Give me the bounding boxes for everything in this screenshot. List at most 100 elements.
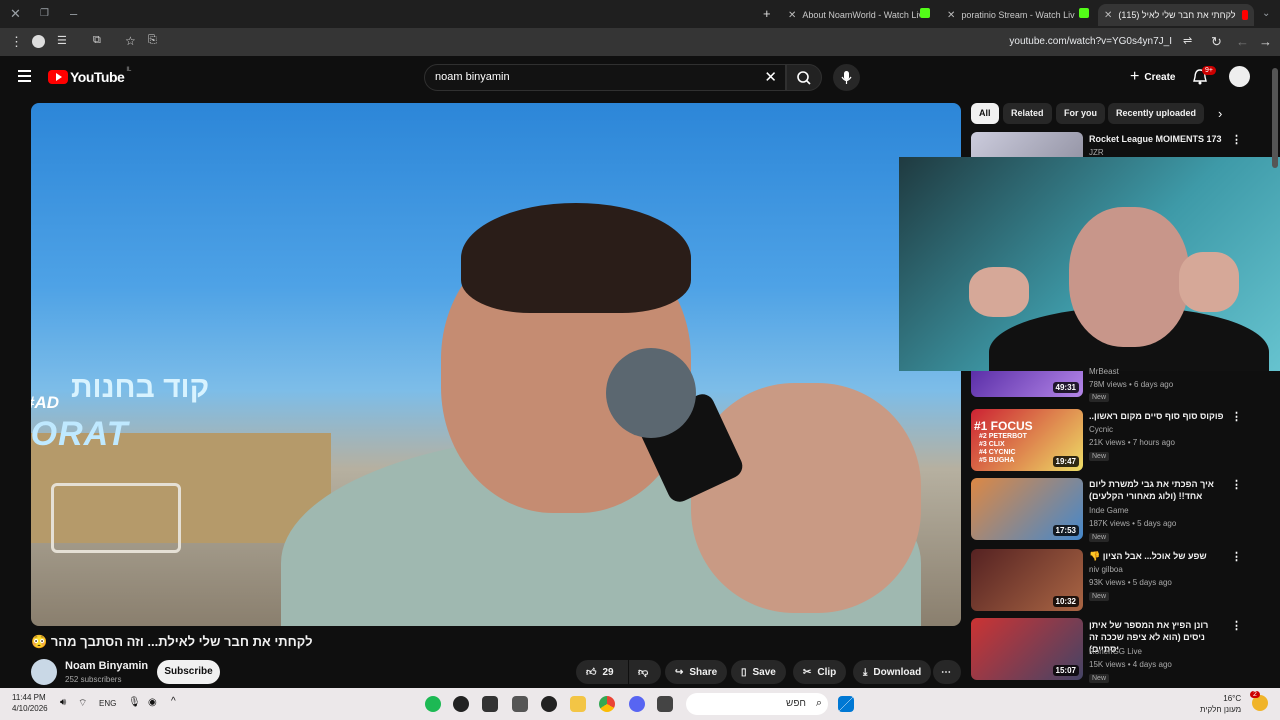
- recommendation-channel[interactable]: JZR: [1089, 148, 1104, 157]
- clip-button[interactable]: ✂ Clip: [793, 660, 847, 684]
- video-player[interactable]: קוד בחנות #AD PORAT: [31, 103, 961, 626]
- account-avatar[interactable]: [1229, 66, 1250, 87]
- file-explorer-icon[interactable]: [570, 696, 586, 712]
- more-options-icon[interactable]: ⋮: [1231, 478, 1242, 491]
- site-settings-icon[interactable]: ⇌: [1183, 34, 1192, 47]
- camera-tray-icon[interactable]: ◉: [148, 697, 157, 708]
- new-tab-button[interactable]: +: [763, 6, 771, 21]
- system-clock[interactable]: 11:44 PM 4/10/2026: [12, 692, 48, 714]
- reading-list-icon[interactable]: ☰: [57, 34, 67, 47]
- app-icon[interactable]: [657, 696, 673, 712]
- voice-search-button[interactable]: [833, 64, 860, 91]
- close-window-icon[interactable]: ✕: [10, 6, 21, 22]
- menu-dots-icon[interactable]: ⋮: [10, 34, 23, 50]
- show-hidden-icons-chevron-icon[interactable]: ^: [171, 696, 176, 707]
- microphone-windscreen: [606, 348, 696, 438]
- tab-title: (115) לקחתי את חבר שלי לאיל: [1118, 10, 1236, 20]
- youtube-header: YouTube IL noam binyamin ✕ + Create 9+: [0, 56, 1280, 102]
- minimize-window-icon[interactable]: –: [70, 6, 77, 21]
- more-actions-button[interactable]: ⋯: [933, 660, 961, 684]
- app-icon[interactable]: [512, 696, 528, 712]
- tab-list-chevron-icon[interactable]: ⌄: [1262, 8, 1270, 19]
- kick-favicon-icon: [920, 8, 930, 18]
- recommendation-title[interactable]: פוקוס סוף סוף סיים מקום ראשון..: [1089, 410, 1229, 422]
- logo-text: YouTube: [70, 69, 125, 85]
- download-button[interactable]: ⤓ Download: [853, 660, 932, 684]
- search-button[interactable]: [786, 64, 822, 91]
- more-options-icon[interactable]: ⋮: [1231, 550, 1242, 563]
- chrome-app-icon[interactable]: [599, 696, 615, 712]
- maximize-window-icon[interactable]: ❐: [40, 8, 49, 19]
- profile-icon[interactable]: [32, 35, 45, 48]
- save-button[interactable]: ▯ Save: [731, 660, 786, 684]
- recommendation-thumbnail[interactable]: #1 FOCUS #2 PETERBOT #3 CLIX #4 CYCNIC #…: [971, 409, 1083, 471]
- recommendation-title[interactable]: איך הפכתי את גבי למשרת ליום אחד!! (ולוג …: [1089, 478, 1229, 502]
- chip-for-you[interactable]: For you: [1056, 103, 1105, 124]
- recommendation-channel[interactable]: RonenGG Live: [1089, 647, 1142, 656]
- more-options-icon[interactable]: ⋮: [1231, 619, 1242, 632]
- recommendation-thumbnail[interactable]: 17:53: [971, 478, 1083, 540]
- search-query: noam binyamin: [435, 71, 510, 83]
- bookmark-icon: ▯: [741, 666, 747, 678]
- recommendation-channel[interactable]: MrBeast: [1089, 367, 1119, 376]
- recommendation-channel[interactable]: Inde Game: [1089, 506, 1129, 515]
- app-icon[interactable]: [453, 696, 469, 712]
- youtube-logo[interactable]: YouTube IL: [48, 67, 131, 85]
- install-app-icon[interactable]: ⎘: [148, 34, 157, 47]
- hamburger-menu-icon[interactable]: [18, 70, 31, 85]
- page-scrollbar[interactable]: [1272, 58, 1278, 686]
- recommendation-thumbnail[interactable]: 10:32: [971, 549, 1083, 611]
- language-indicator[interactable]: ENG: [99, 699, 116, 708]
- chip-all[interactable]: All: [971, 103, 999, 124]
- close-tab-icon[interactable]: ✕: [947, 10, 955, 21]
- forward-arrow-icon[interactable]: ←: [1236, 34, 1249, 49]
- more-options-icon[interactable]: ⋮: [1231, 133, 1242, 146]
- recommendation-title[interactable]: שפע של אוכל... אבל הציון 👎: [1089, 550, 1229, 562]
- browser-tab[interactable]: ✕ About NoamWorld - Watch Liv: [788, 4, 920, 26]
- search-icon: [797, 71, 811, 85]
- subscribe-button[interactable]: Subscribe: [157, 660, 220, 684]
- duration-badge: 49:31: [1052, 382, 1079, 393]
- spotify-app-icon[interactable]: [425, 696, 441, 712]
- search-input[interactable]: noam binyamin ✕: [424, 64, 786, 91]
- new-badge: New: [1089, 674, 1110, 683]
- recommendation-title[interactable]: Rocket League MOIMENTS 173: [1089, 133, 1229, 145]
- recommendation-thumbnail[interactable]: 15:07: [971, 618, 1083, 680]
- create-button[interactable]: + Create: [1120, 65, 1185, 89]
- wifi-icon[interactable]: ⌔: [78, 697, 87, 710]
- bookmark-star-icon[interactable]: ☆: [125, 34, 136, 48]
- dislike-button[interactable]: 👎︎: [629, 660, 661, 684]
- weather-widget[interactable]: 16°C מעונן חלקית: [1200, 693, 1241, 715]
- microphone-tray-icon[interactable]: 🎙︎: [128, 697, 141, 708]
- discord-app-icon[interactable]: [629, 696, 645, 712]
- recommendation-thumbnail[interactable]: 49:31: [971, 371, 1083, 397]
- more-options-icon[interactable]: ⋮: [1231, 410, 1242, 423]
- channel-name[interactable]: Noam Binyamin: [65, 660, 148, 672]
- url-field[interactable]: youtube.com/watch?v=YG0s4yn7J_I: [1009, 36, 1172, 47]
- like-button[interactable]: 👍︎ 29: [576, 660, 628, 684]
- chip-recently-uploaded[interactable]: Recently uploaded: [1108, 103, 1205, 124]
- close-tab-icon[interactable]: ✕: [1104, 10, 1112, 21]
- reload-icon[interactable]: ↻: [1211, 34, 1222, 50]
- recommendation-channel[interactable]: Cycnic: [1089, 425, 1113, 434]
- share-arrow-icon: ↪: [675, 666, 684, 678]
- clear-search-icon[interactable]: ✕: [764, 68, 777, 86]
- browser-tab-active[interactable]: ✕ (115) לקחתי את חבר שלי לאיל: [1098, 4, 1254, 26]
- chip-related[interactable]: Related: [1003, 103, 1052, 124]
- app-icon[interactable]: [541, 696, 557, 712]
- recommendation-channel[interactable]: niv gilboa: [1089, 565, 1123, 574]
- chevron-right-icon[interactable]: ›: [1218, 106, 1222, 121]
- back-arrow-icon[interactable]: →: [1259, 34, 1272, 49]
- streamer-face: [1069, 207, 1189, 347]
- download-icon: ⤓: [863, 666, 868, 678]
- browser-tab[interactable]: ✕ poratinio Stream - Watch Live: [947, 4, 1075, 26]
- windows-start-icon[interactable]: [838, 696, 854, 712]
- taskbar-search-input[interactable]: חפש ⌕: [686, 693, 828, 715]
- share-button[interactable]: ↪ Share: [665, 660, 728, 684]
- extensions-icon[interactable]: ⧉: [93, 34, 101, 47]
- channel-avatar[interactable]: [31, 659, 57, 685]
- close-tab-icon[interactable]: ✕: [788, 10, 796, 21]
- recommendation-meta: 21K views • 7 hours ago: [1089, 438, 1175, 447]
- app-icon[interactable]: [482, 696, 498, 712]
- volume-icon[interactable]: 🔊︎: [60, 697, 66, 708]
